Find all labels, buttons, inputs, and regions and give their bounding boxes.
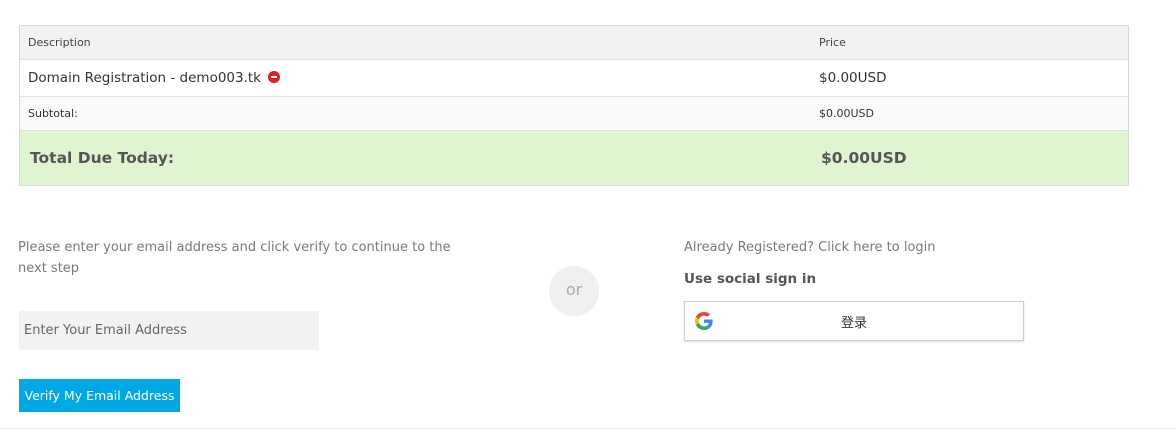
item-description-cell: Domain Registration - demo003.tk: [20, 70, 819, 86]
login-link[interactable]: Already Registered? Click here to login: [684, 237, 936, 258]
section-divider: [0, 428, 1176, 429]
item-price: $0.00USD: [819, 70, 887, 86]
verify-email-button[interactable]: Verify My Email Address: [19, 379, 180, 412]
subtotal-row: Subtotal: $0.00USD: [20, 97, 1128, 131]
total-due-row: Total Due Today: $0.00USD: [20, 131, 1128, 185]
email-field[interactable]: [19, 311, 319, 350]
order-summary-table: Description Price Domain Registration - …: [19, 25, 1129, 186]
total-due-value: $0.00USD: [821, 149, 907, 167]
description-column-header: Description: [28, 36, 91, 49]
or-divider: or: [549, 266, 599, 316]
item-description: Domain Registration - demo003.tk: [28, 70, 261, 86]
table-row: Domain Registration - demo003.tk $0.00US…: [20, 60, 1128, 97]
social-signin-heading: Use social sign in: [684, 271, 817, 287]
google-icon: [695, 312, 713, 330]
total-due-label: Total Due Today:: [30, 149, 175, 167]
google-signin-button[interactable]: 登录: [684, 301, 1024, 341]
remove-icon[interactable]: [268, 71, 281, 83]
subtotal-label: Subtotal:: [28, 107, 78, 120]
subtotal-value: $0.00USD: [819, 107, 874, 120]
google-signin-label: 登录: [840, 315, 867, 331]
price-column-header: Price: [819, 36, 846, 49]
table-header-row: Description Price: [20, 26, 1128, 60]
email-instructions: Please enter your email address and clic…: [18, 240, 451, 276]
